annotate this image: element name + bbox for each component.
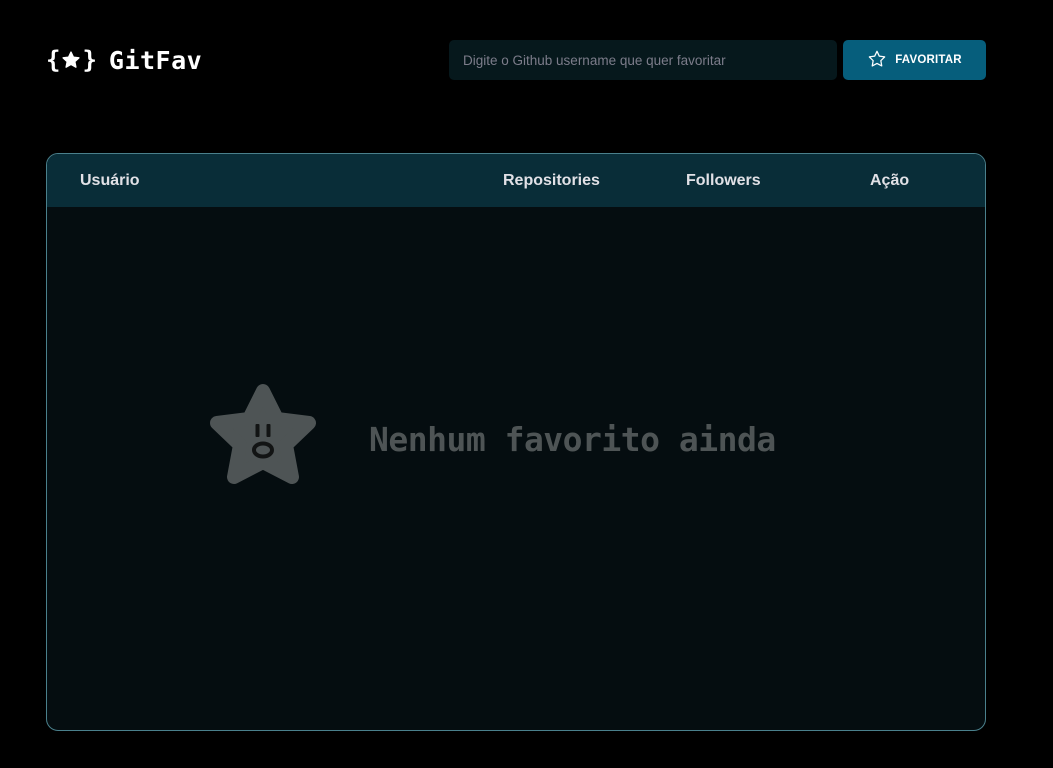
column-header-user: Usuário bbox=[80, 172, 140, 189]
favorite-button[interactable]: FAVORITAR bbox=[843, 40, 986, 80]
star-outline-icon bbox=[867, 49, 887, 72]
column-header-followers: Followers bbox=[686, 172, 761, 189]
empty-state-message: Nenhum favorito ainda bbox=[369, 420, 776, 459]
logo-text: GitFav bbox=[108, 45, 203, 75]
sad-star-icon bbox=[207, 383, 319, 496]
favorite-button-label: FAVORITAR bbox=[895, 54, 962, 66]
app-header: { } GitFav FAVORITAR bbox=[46, 40, 986, 80]
table-header: Usuário Repositories Followers Ação bbox=[47, 154, 985, 207]
column-header-action: Ação bbox=[870, 172, 910, 189]
empty-state: Nenhum favorito ainda bbox=[207, 383, 776, 496]
favorites-table: Usuário Repositories Followers Ação Nenh… bbox=[46, 153, 986, 731]
star-braces-icon: { } bbox=[46, 46, 97, 74]
column-header-repositories: Repositories bbox=[503, 172, 600, 189]
logo[interactable]: { } GitFav bbox=[46, 40, 202, 80]
github-username-input[interactable] bbox=[449, 40, 837, 80]
